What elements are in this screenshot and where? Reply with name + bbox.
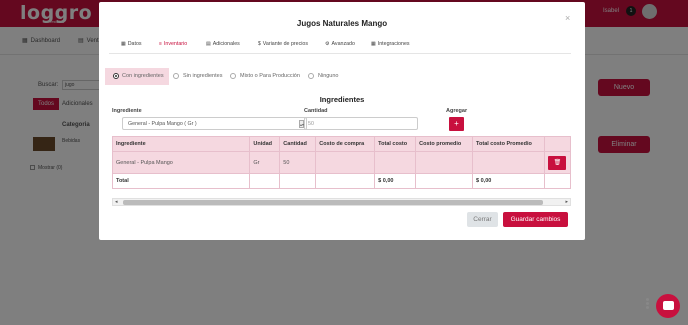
section-title: Ingredientes bbox=[319, 95, 365, 104]
radio-unchecked-icon bbox=[230, 73, 236, 79]
modal-tabs: ▦ Datos ≡ Inventario ▤ Adicionales $ Variant… bbox=[109, 38, 571, 54]
radio-unchecked-icon bbox=[173, 73, 179, 79]
column-header: Costo de compra bbox=[315, 136, 376, 152]
cell-empty bbox=[543, 173, 572, 189]
adicionales-icon: ▤ bbox=[206, 41, 211, 47]
close-button[interactable]: Cerrar bbox=[467, 212, 498, 227]
cell-total-promedio bbox=[472, 151, 545, 174]
save-button[interactable]: Guardar cambios bbox=[503, 212, 568, 227]
radio-label: Ninguno bbox=[318, 73, 339, 79]
tab-avanzado[interactable]: ⚙ Avanzado bbox=[325, 41, 355, 47]
table-row: General - Pulpa Mango Gr 50 🗑 bbox=[111, 151, 572, 174]
column-header bbox=[543, 136, 572, 152]
chat-button[interactable] bbox=[656, 294, 680, 318]
column-header: Total costo Promedio bbox=[472, 136, 545, 152]
ingredient-select[interactable]: General - Pulpa Mango ( Gr ) bbox=[122, 117, 307, 130]
cell-empty bbox=[415, 173, 474, 189]
tab-avanzado-label: Avanzado bbox=[331, 41, 355, 47]
cell-costo-promedio bbox=[415, 151, 474, 174]
radio-label: Mixto o Para Producción bbox=[240, 73, 300, 79]
scroll-right-icon[interactable]: ▸ bbox=[565, 199, 568, 206]
tab-integraciones[interactable]: ▦ Integraciones bbox=[371, 41, 410, 47]
product-modal: Jugos Naturales Mango × ▦ Datos ≡ Inventar… bbox=[99, 2, 585, 240]
agregar-label: Agregar bbox=[446, 108, 468, 114]
column-header: Unidad bbox=[249, 136, 281, 152]
table-header-row: Ingrediente Unidad Cantidad Costo de com… bbox=[111, 136, 572, 152]
grid-icon: ▦ bbox=[371, 41, 376, 47]
ingredients-table: Ingrediente Unidad Cantidad Costo de com… bbox=[111, 136, 572, 189]
cell-actions: 🗑 bbox=[543, 151, 572, 174]
tab-datos-label: Datos bbox=[127, 41, 142, 47]
dollar-icon: $ bbox=[258, 41, 261, 47]
column-header: Total costo bbox=[374, 136, 417, 152]
scroll-thumb[interactable] bbox=[123, 200, 543, 205]
tab-integraciones-label: Integraciones bbox=[377, 41, 410, 47]
cell-empty bbox=[249, 173, 281, 189]
cell-total-costo-sum: $ 0,00 bbox=[374, 173, 417, 189]
radio-label: Sin ingredientes bbox=[183, 73, 223, 79]
cell-total-costo bbox=[374, 151, 417, 174]
add-ingredient-button[interactable]: + bbox=[449, 117, 464, 131]
trash-icon: 🗑 bbox=[553, 159, 562, 166]
datos-icon: ▦ bbox=[121, 41, 126, 47]
radio-unchecked-icon bbox=[308, 73, 314, 79]
column-header: Ingrediente bbox=[111, 136, 251, 152]
radio-con-ingredientes[interactable]: Con ingredientes bbox=[105, 68, 169, 85]
radio-checked-icon bbox=[113, 73, 119, 79]
radio-ninguno[interactable]: Ninguno bbox=[308, 68, 339, 85]
cell-costo-compra bbox=[315, 151, 376, 174]
tab-inventario-label: Inventario bbox=[163, 41, 188, 47]
inventario-icon: ≡ bbox=[159, 41, 162, 47]
tab-datos[interactable]: ▦ Datos bbox=[121, 41, 142, 47]
radio-label: Con ingredientes bbox=[122, 73, 164, 79]
table-total-row: Total $ 0,00 $ 0,00 bbox=[111, 173, 572, 189]
cell-cantidad: 50 bbox=[279, 151, 317, 174]
ingrediente-label: Ingrediente bbox=[112, 108, 142, 114]
tab-inventario[interactable]: ≡ Inventario bbox=[159, 41, 187, 47]
horizontal-scrollbar[interactable]: ◂ ▸ bbox=[112, 198, 571, 206]
cell-empty bbox=[315, 173, 376, 189]
scroll-left-icon[interactable]: ◂ bbox=[115, 199, 118, 206]
quantity-input[interactable]: 50 bbox=[304, 117, 418, 130]
tab-adicionales-modal[interactable]: ▤ Adicionales bbox=[206, 41, 240, 47]
tab-variante-precios[interactable]: $ Variante de precios bbox=[258, 41, 308, 47]
radio-sin-ingredientes[interactable]: Sin ingredientes bbox=[173, 68, 222, 85]
cell-total-promedio-sum: $ 0,00 bbox=[472, 173, 545, 189]
gear-icon: ⚙ bbox=[325, 41, 330, 47]
cantidad-label: Cantidad bbox=[304, 108, 328, 114]
column-header: Costo promedio bbox=[415, 136, 474, 152]
chat-handle-icon[interactable] bbox=[646, 298, 650, 312]
chat-icon bbox=[663, 301, 674, 310]
close-icon[interactable]: × bbox=[565, 13, 570, 23]
tab-variante-label: Variante de precios bbox=[262, 41, 309, 47]
column-header: Cantidad bbox=[279, 136, 317, 152]
cell-total-label: Total bbox=[111, 173, 251, 189]
delete-row-button[interactable]: 🗑 bbox=[548, 155, 567, 170]
radio-mixto[interactable]: Mixto o Para Producción bbox=[230, 68, 300, 85]
cell-empty bbox=[279, 173, 317, 189]
cell-unidad: Gr bbox=[249, 151, 281, 174]
cell-ingrediente: General - Pulpa Mango bbox=[111, 151, 251, 174]
modal-title: Jugos Naturales Mango bbox=[296, 19, 388, 28]
tab-adicionales-label: Adicionales bbox=[212, 41, 240, 47]
